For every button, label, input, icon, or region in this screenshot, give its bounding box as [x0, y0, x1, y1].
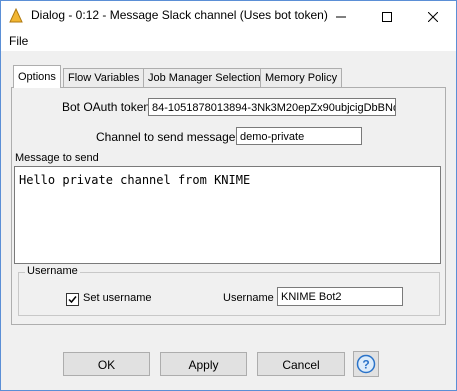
username-label: Username — [223, 292, 274, 304]
minimize-icon — [336, 16, 346, 18]
message-label: Message to send — [15, 152, 99, 164]
tab-job-manager-selection[interactable]: Job Manager Selection — [143, 68, 266, 87]
apply-button[interactable]: Apply — [160, 352, 247, 376]
set-username-label: Set username — [83, 292, 152, 304]
svg-text:?: ? — [362, 358, 369, 372]
help-button[interactable]: ? — [353, 351, 379, 377]
set-username-checkbox[interactable] — [66, 293, 79, 306]
channel-label: Channel to send message to — [96, 130, 249, 144]
title-bar[interactable]: Dialog - 0:12 - Message Slack channel (U… — [1, 1, 456, 31]
username-field[interactable]: KNIME Bot2 — [277, 287, 403, 306]
channel-field[interactable]: demo-private — [236, 127, 362, 145]
cancel-button[interactable]: Cancel — [257, 352, 345, 376]
message-textarea[interactable]: Hello private channel from KNIME — [14, 166, 441, 264]
checkmark-icon — [68, 296, 77, 304]
maximize-icon — [382, 12, 392, 23]
close-button[interactable] — [410, 1, 456, 31]
window-title: Dialog - 0:12 - Message Slack channel (U… — [31, 8, 328, 22]
options-panel: Bot OAuth token 84-1051878013894-3Nk3M20… — [11, 87, 446, 325]
username-group-title: Username — [25, 265, 80, 277]
bot-token-label: Bot OAuth token — [62, 100, 151, 114]
knime-dialog-icon — [9, 8, 23, 23]
username-group: Username Set username Username KNIME Bot… — [18, 265, 440, 316]
dialog-window: Dialog - 0:12 - Message Slack channel (U… — [0, 0, 457, 391]
maximize-button[interactable] — [364, 1, 410, 31]
minimize-button[interactable] — [318, 1, 364, 31]
dialog-client-area: Options Flow Variables Job Manager Selec… — [1, 51, 456, 390]
ok-button[interactable]: OK — [63, 352, 150, 376]
menu-file[interactable]: File — [9, 34, 28, 48]
tab-options[interactable]: Options — [13, 65, 61, 88]
tab-flow-variables[interactable]: Flow Variables — [63, 68, 145, 87]
help-icon: ? — [356, 354, 376, 374]
close-icon — [427, 11, 439, 23]
bot-token-field[interactable]: 84-1051878013894-3Nk3M20epZx90ubjcigDbBN… — [148, 98, 396, 116]
tab-memory-policy[interactable]: Memory Policy — [260, 68, 343, 87]
menu-bar: File — [1, 31, 456, 51]
